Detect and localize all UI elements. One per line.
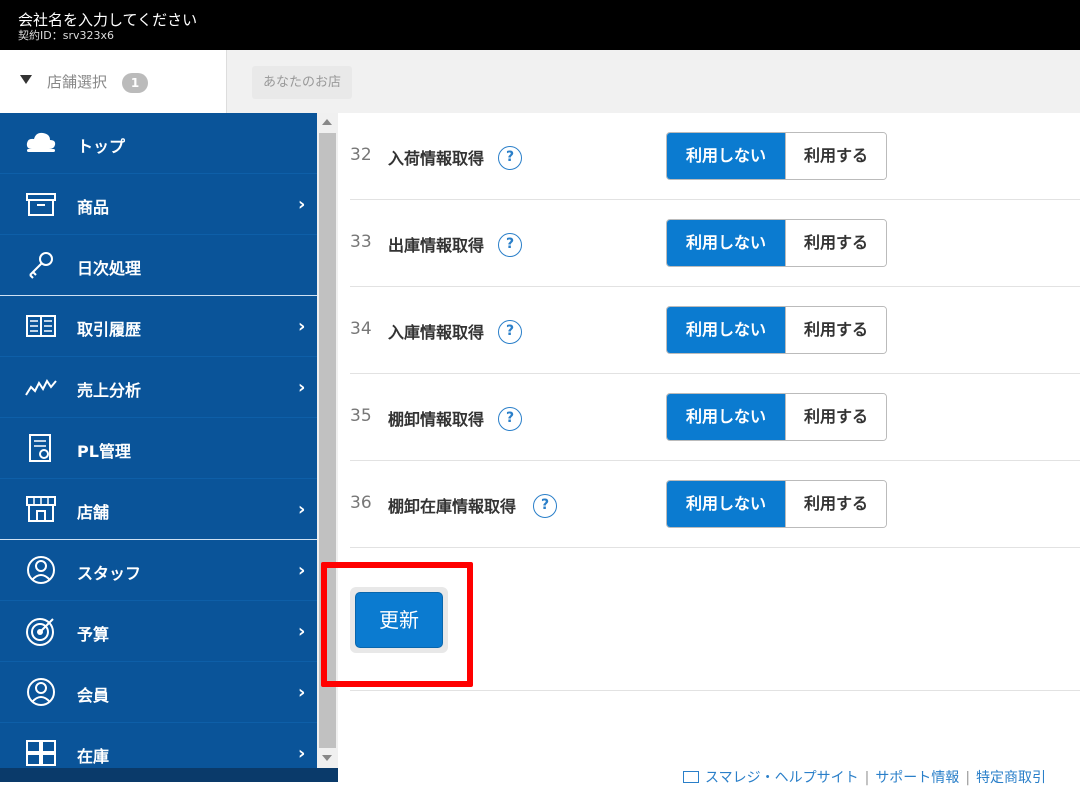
grid-icon: [26, 740, 56, 766]
sidebar-item-stores[interactable]: 店舗 ›: [0, 479, 317, 540]
target-icon: [26, 618, 54, 646]
store-count-badge: 1: [122, 73, 148, 93]
person-icon: [27, 556, 55, 584]
chevron-right-icon: ›: [298, 682, 306, 703]
setting-name: 棚卸情報取得: [388, 410, 485, 429]
key-icon: [29, 252, 53, 279]
settings-panel: 32 入荷情報取得 ? 利用しない 利用する 33 出庫情報取得 ? 利用しない…: [321, 113, 1080, 786]
chevron-right-icon: ›: [298, 743, 306, 764]
toggle-off-button[interactable]: 利用しない: [667, 394, 785, 440]
toggle-on-button[interactable]: 利用する: [784, 307, 886, 353]
setting-row: 33 出庫情報取得 ? 利用しない 利用する: [350, 200, 1080, 287]
chevron-right-icon: ›: [298, 377, 306, 398]
highlight-box: [321, 562, 473, 687]
setting-number: 33: [350, 232, 372, 252]
sidebar-item-label: 取引履歴: [77, 320, 142, 339]
usage-toggle: 利用しない 利用する: [666, 132, 887, 180]
member-icon: [27, 678, 55, 706]
sidebar-item-label: 予算: [77, 625, 110, 644]
chevron-right-icon: ›: [298, 621, 306, 642]
footer-divider: |: [965, 770, 971, 786]
toggle-off-button[interactable]: 利用しない: [667, 307, 785, 353]
help-icon[interactable]: ?: [533, 494, 557, 518]
help-icon[interactable]: ?: [498, 320, 522, 344]
contract-id: 契約ID：srv323x6: [18, 29, 114, 42]
report-icon: [29, 434, 51, 462]
toggle-on-button[interactable]: 利用する: [784, 133, 886, 179]
setting-row: 36 棚卸在庫情報取得 ? 利用しない 利用する: [350, 461, 1080, 548]
sidebar-item-pl[interactable]: PL管理: [0, 418, 317, 479]
sidebar-item-label: 会員: [77, 686, 110, 705]
sidebar-item-staff[interactable]: スタッフ ›: [0, 540, 317, 601]
footer-links: スマレジ・ヘルプサイト | サポート情報 | 特定商取引: [683, 767, 1046, 787]
book-icon: [26, 315, 56, 337]
sidebar-item-label: 商品: [77, 198, 110, 217]
sidebar-item-sales-analysis[interactable]: 売上分析 ›: [0, 357, 317, 418]
toggle-off-button[interactable]: 利用しない: [667, 481, 785, 527]
usage-toggle: 利用しない 利用する: [666, 480, 887, 528]
toggle-on-button[interactable]: 利用する: [784, 481, 886, 527]
store-icon: [26, 496, 56, 522]
sidebar-item-transactions[interactable]: 取引履歴 ›: [0, 296, 317, 357]
setting-name: 入荷情報取得: [388, 149, 485, 168]
support-link[interactable]: サポート情報: [875, 770, 959, 786]
sidebar-item-label: PL管理: [77, 442, 131, 461]
chevron-right-icon: ›: [298, 560, 306, 581]
usage-toggle: 利用しない 利用する: [666, 219, 887, 267]
store-bar: 店舗選択 1 あなたのお店: [0, 50, 1080, 113]
sidebar-item-label: トップ: [77, 137, 126, 156]
sidebar-item-budget[interactable]: 予算 ›: [0, 601, 317, 662]
triangle-down-icon: [20, 75, 32, 84]
setting-number: 35: [350, 406, 372, 426]
sidebar-item-label: 日次処理: [77, 259, 142, 278]
sidebar-item-label: 売上分析: [77, 381, 142, 400]
setting-name: 棚卸在庫情報取得: [388, 497, 517, 516]
store-chip[interactable]: あなたのお店: [252, 66, 352, 99]
toggle-on-button[interactable]: 利用する: [784, 220, 886, 266]
toggle-off-button[interactable]: 利用しない: [667, 133, 785, 179]
chevron-right-icon: ›: [298, 316, 306, 337]
help-icon[interactable]: ?: [498, 407, 522, 431]
sidebar-bottom-bar: [0, 768, 338, 782]
cloud-icon: [26, 132, 56, 152]
store-select-label: 店舗選択: [47, 73, 108, 91]
store-select-dropdown[interactable]: 店舗選択 1: [0, 50, 227, 113]
sidebar-item-label: 店舗: [77, 503, 110, 522]
setting-row: 32 入荷情報取得 ? 利用しない 利用する: [350, 113, 1080, 200]
sidebar-item-label: 在庫: [77, 747, 110, 766]
chevron-right-icon: ›: [298, 194, 306, 215]
sidebar-item-products[interactable]: 商品 ›: [0, 174, 317, 235]
scroll-down-icon[interactable]: [322, 755, 332, 761]
divider: [350, 690, 1080, 691]
chart-line-icon: [25, 379, 57, 396]
setting-name: 出庫情報取得: [388, 236, 485, 255]
sidebar-item-members[interactable]: 会員 ›: [0, 662, 317, 723]
external-link-icon: [683, 771, 699, 783]
scroll-up-icon[interactable]: [322, 119, 332, 125]
setting-number: 32: [350, 145, 372, 165]
tokusho-link[interactable]: 特定商取引: [976, 770, 1046, 786]
sidebar-item-label: スタッフ: [77, 564, 142, 583]
footer-divider: |: [864, 770, 870, 786]
toggle-on-button[interactable]: 利用する: [784, 394, 886, 440]
help-icon[interactable]: ?: [498, 146, 522, 170]
setting-number: 36: [350, 493, 372, 513]
chevron-right-icon: ›: [298, 499, 306, 520]
sidebar-nav: トップ 商品 › 日次処理 取引履歴 › 売上分析 › PL管理 店舗 › スタ…: [0, 113, 317, 782]
setting-number: 34: [350, 319, 372, 339]
toggle-off-button[interactable]: 利用しない: [667, 220, 785, 266]
top-header: 会社名を入力してください 契約ID：srv323x6: [0, 0, 1080, 50]
box-icon: [26, 193, 56, 216]
sidebar-item-top[interactable]: トップ: [0, 113, 317, 174]
usage-toggle: 利用しない 利用する: [666, 306, 887, 354]
help-site-link[interactable]: スマレジ・ヘルプサイト: [705, 770, 859, 786]
setting-name: 入庫情報取得: [388, 323, 485, 342]
setting-row: 35 棚卸情報取得 ? 利用しない 利用する: [350, 374, 1080, 461]
setting-row: 34 入庫情報取得 ? 利用しない 利用する: [350, 287, 1080, 374]
sidebar-item-daily[interactable]: 日次処理: [0, 235, 317, 296]
help-icon[interactable]: ?: [498, 233, 522, 257]
usage-toggle: 利用しない 利用する: [666, 393, 887, 441]
